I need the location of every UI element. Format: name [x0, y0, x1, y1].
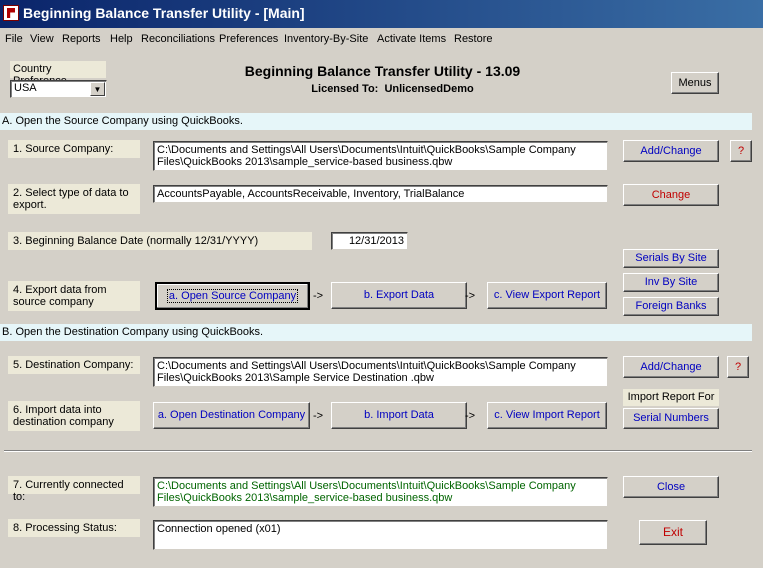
app-icon: [3, 5, 19, 21]
destination-company-field[interactable]: C:\Documents and Settings\All Users\Docu…: [153, 357, 608, 387]
serial-numbers-button[interactable]: Serial Numbers: [623, 408, 719, 429]
source-company-label: 1. Source Company:: [8, 140, 140, 158]
destination-help-button[interactable]: ?: [727, 356, 749, 378]
export-data-button[interactable]: b. Export Data: [331, 282, 467, 309]
processing-status-label: 8. Processing Status:: [8, 519, 140, 537]
menu-activate-items[interactable]: Activate Items: [377, 33, 446, 45]
chevron-down-icon[interactable]: ▼: [90, 82, 105, 96]
menu-preferences[interactable]: Preferences: [219, 33, 278, 45]
source-add-change-button[interactable]: Add/Change: [623, 140, 719, 162]
connected-to-label: 7. Currently connected to:: [8, 476, 140, 503]
menu-reconciliations[interactable]: Reconciliations: [141, 33, 215, 45]
view-import-report-button[interactable]: c. View Import Report: [487, 402, 607, 429]
arrow-4: ->: [465, 410, 476, 422]
arrow-3: ->: [313, 410, 324, 422]
country-preference-label: Country Preference: [10, 61, 106, 87]
view-export-report-button[interactable]: c. View Export Report: [487, 282, 607, 309]
menu-file[interactable]: File: [5, 33, 23, 45]
title-bar: Beginning Balance Transfer Utility - [Ma…: [0, 0, 763, 28]
arrow-2: ->: [465, 290, 476, 302]
data-type-label: 2. Select type of data to export.: [8, 184, 140, 214]
arrow-1: ->: [313, 290, 324, 302]
close-button[interactable]: Close: [623, 476, 719, 498]
open-source-company-label: a. Open Source Company: [166, 289, 299, 303]
change-button[interactable]: Change: [623, 184, 719, 206]
beginning-date-label: 3. Beginning Balance Date (normally 12/3…: [8, 232, 312, 250]
divider: [4, 450, 752, 452]
open-source-company-button[interactable]: a. Open Source Company: [155, 282, 310, 310]
export-data-label: 4. Export data from source company: [8, 281, 140, 311]
section-b-header: B. Open the Destination Company using Qu…: [0, 324, 752, 341]
destination-company-label: 5. Destination Company:: [8, 356, 140, 374]
inv-by-site-button[interactable]: Inv By Site: [623, 273, 719, 292]
menu-bar: File View Reports Help Reconciliations P…: [0, 28, 763, 50]
menu-view[interactable]: View: [30, 33, 54, 45]
data-type-field[interactable]: AccountsPayable, AccountsReceivable, Inv…: [153, 185, 608, 203]
licensed-value: UnlicensedDemo: [384, 83, 474, 95]
section-a-header: A. Open the Source Company using QuickBo…: [0, 113, 752, 130]
window-title: Beginning Balance Transfer Utility - [Ma…: [23, 5, 305, 21]
license-line: Licensed To: UnlicensedDemo: [280, 83, 505, 95]
menu-inventory-by-site[interactable]: Inventory-By-Site: [284, 33, 368, 45]
menus-button[interactable]: Menus: [671, 72, 719, 94]
page-title: Beginning Balance Transfer Utility - 13.…: [244, 63, 521, 79]
import-report-for-label: Import Report For: [623, 389, 719, 406]
source-help-button[interactable]: ?: [730, 140, 752, 162]
import-data-button[interactable]: b. Import Data: [331, 402, 467, 429]
country-select-value: USA: [14, 82, 37, 94]
country-select[interactable]: USA ▼: [10, 80, 107, 98]
exit-button[interactable]: Exit: [639, 520, 707, 545]
beginning-date-field[interactable]: 12/31/2013: [331, 232, 408, 250]
menu-restore[interactable]: Restore: [454, 33, 493, 45]
licensed-label: Licensed To:: [311, 83, 379, 95]
processing-status-field: Connection opened (x01): [153, 520, 608, 550]
destination-add-change-button[interactable]: Add/Change: [623, 356, 719, 378]
menu-help[interactable]: Help: [110, 33, 133, 45]
source-company-field[interactable]: C:\Documents and Settings\All Users\Docu…: [153, 141, 608, 171]
menu-reports[interactable]: Reports: [62, 33, 101, 45]
import-data-label: 6. Import data into destination company: [8, 401, 140, 431]
open-destination-company-button[interactable]: a. Open Destination Company: [153, 402, 310, 429]
connected-to-field: C:\Documents and Settings\All Users\Docu…: [153, 477, 608, 507]
serials-by-site-button[interactable]: Serials By Site: [623, 249, 719, 268]
foreign-banks-button[interactable]: Foreign Banks: [623, 297, 719, 316]
